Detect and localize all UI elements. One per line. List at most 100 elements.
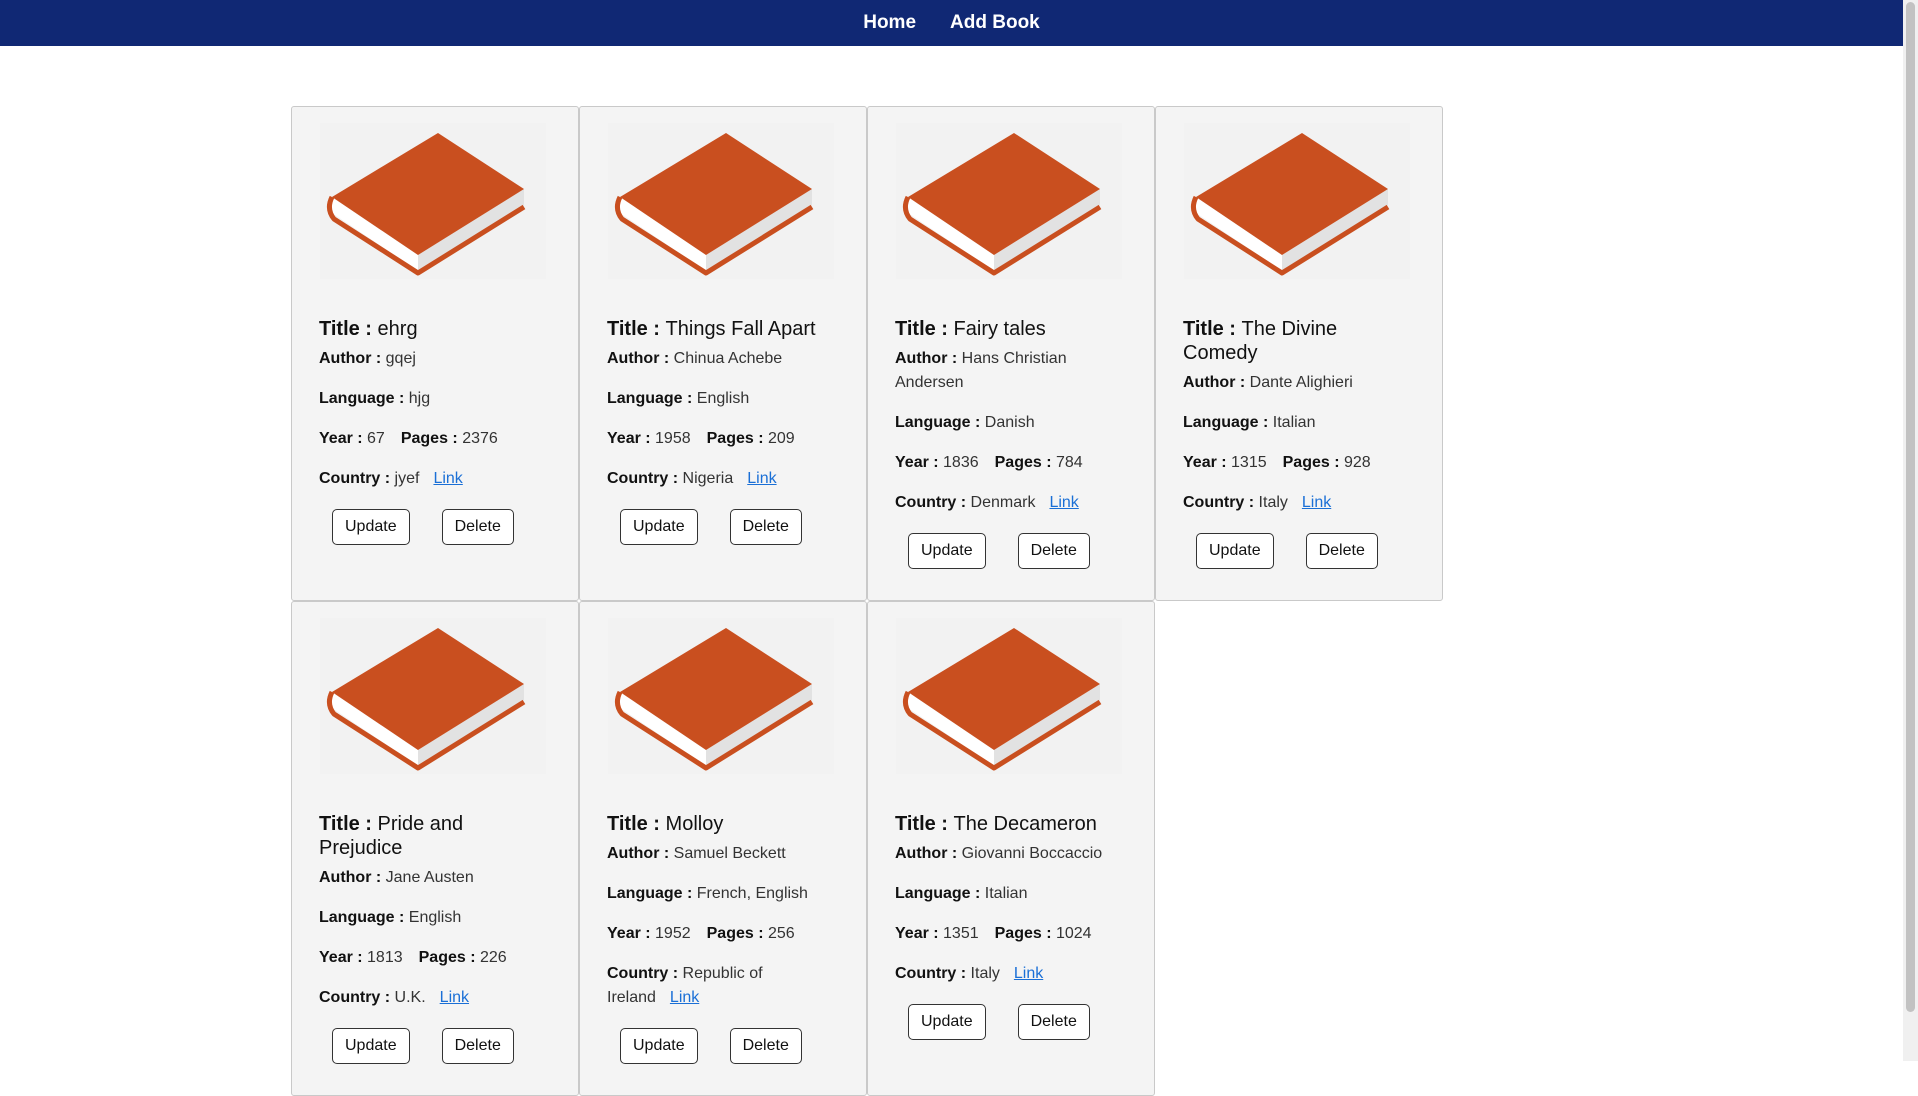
pages-label: Pages :	[418, 949, 480, 966]
book-pages: 2376	[462, 430, 498, 447]
author-label: Author :	[319, 350, 386, 367]
update-button[interactable]: Update	[620, 1028, 698, 1064]
book-year: 1952	[655, 925, 691, 942]
country-line: Country : Nigeria Link	[607, 467, 839, 491]
book-country: Italy	[970, 965, 1000, 982]
pages-label: Pages :	[706, 430, 768, 447]
update-button[interactable]: Update	[1196, 533, 1274, 569]
author-line: Author : Jane Austen	[319, 866, 551, 890]
language-line: Language : French, English	[607, 882, 839, 906]
update-button[interactable]: Update	[620, 509, 698, 545]
update-button[interactable]: Update	[908, 533, 986, 569]
book-pages: 784	[1055, 454, 1083, 471]
delete-button[interactable]: Delete	[1305, 533, 1378, 569]
update-button[interactable]: Update	[908, 1004, 986, 1040]
book-link[interactable]: Link	[1302, 494, 1331, 511]
year-label: Year :	[607, 925, 656, 942]
language-line: Language : Danish	[895, 411, 1127, 435]
book-icon	[1184, 123, 1410, 279]
delete-button[interactable]: Delete	[729, 1028, 802, 1064]
book-author: Chinua Achebe	[673, 350, 783, 367]
book-country: U.K.	[394, 989, 426, 1006]
author-line: Author : Giovanni Boccaccio	[895, 842, 1127, 866]
book-pages: 1024	[1055, 925, 1092, 942]
book-link[interactable]: Link	[1049, 494, 1078, 511]
author-label: Author :	[1183, 374, 1250, 391]
book-title-line: Title : Fairy tales	[895, 317, 1127, 341]
book-title: Fairy tales	[953, 318, 1046, 340]
delete-button[interactable]: Delete	[1017, 1004, 1090, 1040]
book-card: Title : Molloy Author : Samuel Beckett L…	[579, 601, 867, 1096]
book-language: English	[696, 390, 750, 407]
card-actions: Update Delete	[607, 1028, 839, 1064]
delete-button[interactable]: Delete	[441, 1028, 514, 1064]
delete-button[interactable]: Delete	[441, 509, 514, 545]
nav-home-link[interactable]: Home	[863, 12, 916, 34]
book-title: ehrg	[377, 318, 418, 340]
book-country: jyef	[394, 470, 420, 487]
card-actions: Update Delete	[1183, 533, 1415, 569]
book-card: Title : Pride and Prejudice Author : Jan…	[291, 601, 579, 1096]
year-label: Year :	[607, 430, 656, 447]
year-label: Year :	[1183, 454, 1232, 471]
delete-button[interactable]: Delete	[1017, 533, 1090, 569]
country-line: Country : U.K. Link	[319, 986, 551, 1010]
year-pages-line: Year : 1836 Pages : 784	[895, 451, 1127, 475]
year-label: Year :	[319, 949, 368, 966]
country-label: Country :	[1183, 494, 1259, 511]
book-link[interactable]: Link	[433, 470, 462, 487]
country-label: Country :	[319, 470, 395, 487]
book-year: 67	[367, 430, 385, 447]
card-actions: Update Delete	[319, 1028, 551, 1064]
book-language: Italian	[984, 885, 1028, 902]
country-label: Country :	[607, 470, 683, 487]
book-link[interactable]: Link	[1014, 965, 1043, 982]
book-title-line: Title : ehrg	[319, 317, 551, 341]
nav-add-book-link[interactable]: Add Book	[950, 12, 1040, 34]
year-pages-line: Year : 1952 Pages : 256	[607, 922, 839, 946]
card-actions: Update Delete	[319, 509, 551, 545]
language-line: Language : English	[319, 906, 551, 930]
scrollbar-thumb[interactable]	[1906, 2, 1915, 1012]
delete-button[interactable]: Delete	[729, 509, 802, 545]
vertical-scrollbar[interactable]	[1903, 0, 1918, 1061]
book-icon	[320, 618, 546, 774]
book-icon	[320, 123, 546, 279]
country-line: Country : jyef Link	[319, 467, 551, 491]
book-country: Italy	[1258, 494, 1288, 511]
pages-label: Pages :	[706, 925, 768, 942]
title-label: Title :	[319, 318, 378, 340]
author-line: Author : Samuel Beckett	[607, 842, 839, 866]
book-pages: 256	[767, 925, 795, 942]
author-label: Author :	[895, 350, 962, 367]
language-label: Language :	[319, 909, 409, 926]
update-button[interactable]: Update	[332, 1028, 410, 1064]
book-year: 1836	[943, 454, 979, 471]
book-card: Title : The Divine Comedy Author : Dante…	[1155, 106, 1443, 601]
author-label: Author :	[607, 845, 674, 862]
title-label: Title :	[1183, 318, 1242, 340]
book-title: The Decameron	[953, 813, 1097, 835]
book-icon	[896, 618, 1122, 774]
book-grid: Title : ehrg Author : gqej Language : hj…	[291, 106, 1443, 1096]
book-link[interactable]: Link	[747, 470, 776, 487]
book-author: Dante Alighieri	[1249, 374, 1353, 391]
book-link[interactable]: Link	[440, 989, 469, 1006]
card-actions: Update Delete	[607, 509, 839, 545]
book-card: Title : ehrg Author : gqej Language : hj…	[291, 106, 579, 601]
author-line: Author : Hans Christian Andersen	[895, 347, 1127, 395]
author-label: Author :	[895, 845, 962, 862]
top-navbar: Home Add Book	[0, 0, 1903, 46]
book-link[interactable]: Link	[670, 989, 699, 1006]
book-year: 1315	[1231, 454, 1267, 471]
card-actions: Update Delete	[895, 1004, 1127, 1040]
book-year: 1958	[655, 430, 691, 447]
year-pages-line: Year : 1813 Pages : 226	[319, 946, 551, 970]
language-label: Language :	[1183, 414, 1273, 431]
author-line: Author : gqej	[319, 347, 551, 371]
book-language: Italian	[1272, 414, 1316, 431]
book-title: Things Fall Apart	[665, 318, 816, 340]
book-language: hjg	[408, 390, 431, 407]
year-pages-line: Year : 67 Pages : 2376	[319, 427, 551, 451]
update-button[interactable]: Update	[332, 509, 410, 545]
